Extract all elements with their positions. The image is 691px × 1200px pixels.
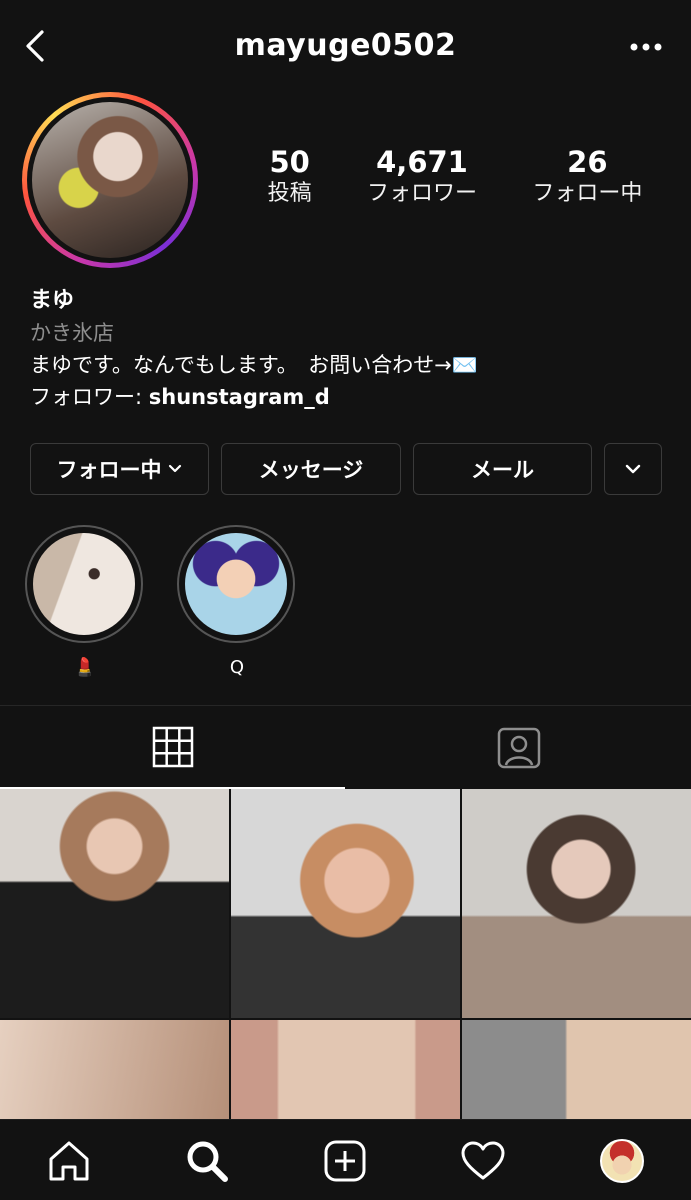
profile-name: まゆ	[30, 288, 75, 313]
stat-followers[interactable]: 4,671 フォロワー	[367, 145, 477, 209]
search-icon	[187, 1141, 228, 1182]
followed-by-username[interactable]: shunstagram_d	[149, 385, 330, 409]
stat-posts[interactable]: 50 投稿	[268, 145, 312, 209]
grid-icon	[152, 726, 193, 767]
highlight-item[interactable]: 💄	[25, 525, 145, 678]
nav-home[interactable]	[46, 1138, 92, 1184]
page-title: mayuge0502	[234, 28, 457, 63]
heart-icon	[461, 1141, 505, 1180]
post-thumbnail[interactable]	[0, 1020, 229, 1119]
posts-grid	[0, 789, 691, 1119]
profile-category: かき氷店	[30, 321, 114, 345]
tagged-icon	[497, 727, 540, 768]
profile-stats: 50 投稿 4,671 フォロワー 26 フォロー中	[240, 145, 670, 209]
email-button[interactable]: メール	[413, 443, 592, 495]
profile-avatar	[600, 1139, 644, 1183]
message-button[interactable]: メッセージ	[221, 443, 401, 495]
stat-following-label: フォロー中	[532, 181, 643, 206]
following-button[interactable]: フォロー中	[30, 443, 209, 495]
profile-actions: フォロー中 メッセージ メール	[30, 443, 662, 495]
followed-by[interactable]: フォロワー: shunstagram_d	[30, 381, 670, 413]
stat-followers-value: 4,671	[376, 145, 468, 179]
highlight-label: Q	[229, 657, 245, 678]
profile-header: mayuge0502	[0, 0, 691, 95]
add-post-icon	[324, 1140, 366, 1182]
nav-search[interactable]	[184, 1138, 230, 1184]
post-thumbnail[interactable]	[0, 789, 229, 1018]
highlight-cover	[185, 533, 287, 635]
profile-avatar	[32, 102, 188, 258]
following-button-label: フォロー中	[56, 458, 162, 482]
profile-bio: まゆ かき氷店 まゆです。なんでもします。 お問い合わせ→✉️ フォロワー: s…	[30, 285, 670, 413]
suggested-accounts-button[interactable]	[604, 443, 662, 495]
more-horizontal-icon	[630, 43, 662, 51]
nav-new-post[interactable]	[322, 1138, 368, 1184]
tab-tagged[interactable]	[346, 706, 691, 789]
nav-profile[interactable]	[599, 1138, 645, 1184]
stat-posts-label: 投稿	[267, 181, 312, 206]
post-thumbnail[interactable]	[462, 789, 691, 1018]
stat-posts-value: 50	[269, 145, 310, 179]
profile-tabs	[0, 705, 691, 789]
bio-text: まゆです。なんでもします。 お問い合わせ→✉️	[30, 353, 478, 377]
stat-following[interactable]: 26 フォロー中	[532, 145, 642, 209]
highlight-item[interactable]: Q	[177, 525, 297, 678]
profile-avatar-story-ring[interactable]	[22, 92, 198, 268]
stat-followers-label: フォロワー	[366, 181, 477, 206]
chevron-down-icon	[168, 464, 181, 473]
tab-posts-grid[interactable]	[0, 706, 345, 789]
followed-by-prefix: フォロワー:	[30, 385, 149, 409]
home-icon	[49, 1141, 89, 1181]
post-thumbnail[interactable]	[231, 789, 460, 1018]
highlight-label: 💄	[73, 657, 97, 678]
stat-following-value: 26	[567, 145, 608, 179]
post-thumbnail[interactable]	[462, 1020, 691, 1119]
nav-activity[interactable]	[460, 1138, 506, 1184]
chevron-down-icon	[625, 464, 641, 474]
highlight-cover	[33, 533, 135, 635]
post-thumbnail[interactable]	[231, 1020, 460, 1119]
more-options-button[interactable]	[629, 38, 663, 56]
bottom-navigation	[0, 1119, 691, 1200]
